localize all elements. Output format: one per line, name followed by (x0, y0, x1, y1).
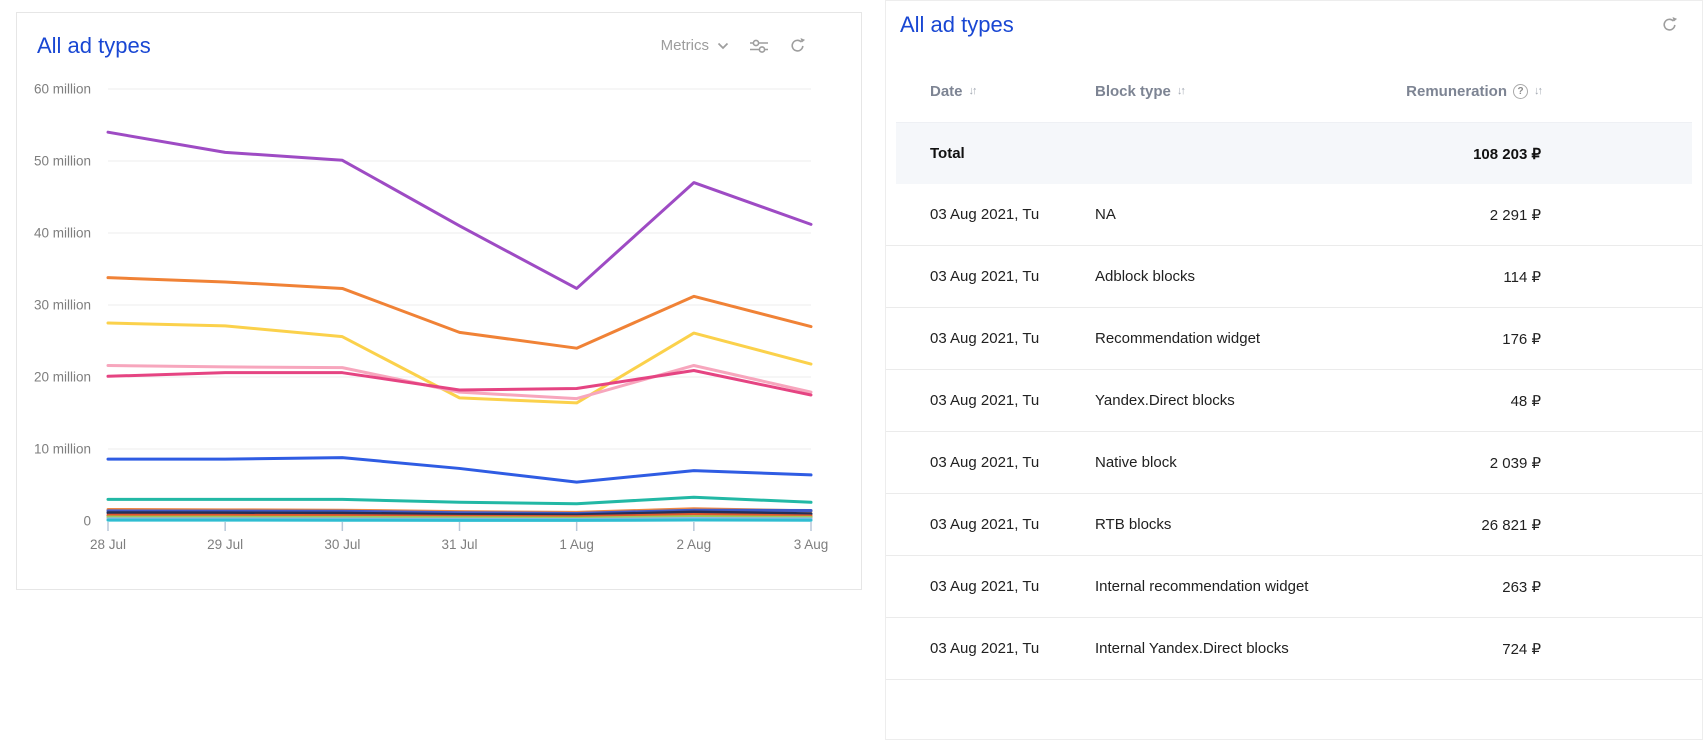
row-date: 03 Aug 2021, Tu (930, 618, 1039, 679)
row-block-type: NA (1095, 184, 1116, 245)
row-block-type: RTB blocks (1095, 494, 1171, 555)
x-axis-label: 2 Aug (677, 537, 712, 552)
line-chart: 60 million 50 million 40 million 30 million… (17, 13, 863, 591)
row-block-type: Yandex.Direct blocks (1095, 370, 1235, 431)
x-axis-label: 30 Jul (324, 537, 360, 552)
chart-line-light-pink (108, 365, 811, 398)
column-label: Remuneration (1406, 83, 1507, 100)
column-label: Block type (1095, 83, 1171, 100)
row-remuneration: 2 291 ₽ (1490, 184, 1541, 245)
row-remuneration: 2 039 ₽ (1490, 432, 1541, 493)
total-label: Total (930, 123, 965, 184)
sort-icon: ↓↑ (1534, 85, 1541, 97)
row-date: 03 Aug 2021, Tu (930, 370, 1039, 431)
row-block-type: Recommendation widget (1095, 308, 1260, 369)
row-remuneration: 176 ₽ (1502, 308, 1541, 369)
sort-icon: ↓↑ (969, 85, 976, 97)
x-axis-label: 31 Jul (441, 537, 477, 552)
y-axis-label: 40 million (34, 226, 91, 241)
table-refresh-button[interactable] (1661, 16, 1678, 33)
column-header-remuneration[interactable]: Remuneration ? ↓↑ (1406, 71, 1541, 111)
refresh-icon (1661, 16, 1678, 33)
chart-line-teal (108, 497, 811, 503)
row-remuneration: 26 821 ₽ (1481, 494, 1541, 555)
chart-line-pink (108, 371, 811, 395)
y-axis-label: 30 million (34, 298, 91, 313)
x-axis-label: 29 Jul (207, 537, 243, 552)
row-block-type: Native block (1095, 432, 1177, 493)
row-date: 03 Aug 2021, Tu (930, 308, 1039, 369)
table-row: 03 Aug 2021, Tu Internal Yandex.Direct b… (886, 618, 1702, 680)
row-remuneration: 48 ₽ (1511, 370, 1541, 431)
table-total-row: Total 108 203 ₽ (896, 122, 1692, 184)
row-date: 03 Aug 2021, Tu (930, 432, 1039, 493)
y-axis-label: 0 (83, 514, 91, 529)
row-block-type: Adblock blocks (1095, 246, 1195, 307)
chart-line-purple (108, 132, 811, 288)
total-value: 108 203 ₽ (1473, 123, 1541, 184)
column-header-block-type[interactable]: Block type ↓↑ (1095, 71, 1184, 111)
table-row: 03 Aug 2021, Tu Adblock blocks 114 ₽ (886, 246, 1702, 308)
row-remuneration: 263 ₽ (1502, 556, 1541, 617)
sort-icon: ↓↑ (1177, 85, 1184, 97)
row-date: 03 Aug 2021, Tu (930, 184, 1039, 245)
row-date: 03 Aug 2021, Tu (930, 246, 1039, 307)
row-date: 03 Aug 2021, Tu (930, 494, 1039, 555)
row-date: 03 Aug 2021, Tu (930, 556, 1039, 617)
table-title: All ad types (900, 12, 1014, 38)
table-row: 03 Aug 2021, Tu Internal recommendation … (886, 556, 1702, 618)
row-remuneration: 114 ₽ (1503, 246, 1541, 307)
row-remuneration: 724 ₽ (1502, 618, 1541, 679)
x-axis-label: 28 Jul (90, 537, 126, 552)
y-axis-label: 20 million (34, 370, 91, 385)
table-row: 03 Aug 2021, Tu RTB blocks 26 821 ₽ (886, 494, 1702, 556)
table-row: 03 Aug 2021, Tu NA 2 291 ₽ (886, 184, 1702, 246)
row-block-type: Internal recommendation widget (1095, 556, 1308, 617)
table-header-row: Date ↓↑ Block type ↓↑ Remuneration ? ↓↑ (886, 71, 1702, 111)
x-axis-label: 3 Aug (794, 537, 829, 552)
y-axis-label: 60 million (34, 82, 91, 97)
column-header-date[interactable]: Date ↓↑ (930, 71, 976, 111)
chart-line-blue (108, 458, 811, 482)
row-block-type: Internal Yandex.Direct blocks (1095, 618, 1289, 679)
x-axis-label: 1 Aug (559, 537, 594, 552)
column-label: Date (930, 83, 963, 100)
table-card: All ad types Date ↓↑ Block type ↓↑ Remun… (885, 0, 1703, 740)
y-axis-label: 10 million (34, 442, 91, 457)
help-icon[interactable]: ? (1513, 84, 1528, 99)
table-row: 03 Aug 2021, Tu Recommendation widget 17… (886, 308, 1702, 370)
chart-card: All ad types Metrics (16, 12, 862, 590)
table-row: 03 Aug 2021, Tu Native block 2 039 ₽ (886, 432, 1702, 494)
table-row: 03 Aug 2021, Tu Yandex.Direct blocks 48 … (886, 370, 1702, 432)
y-axis-label: 50 million (34, 154, 91, 169)
